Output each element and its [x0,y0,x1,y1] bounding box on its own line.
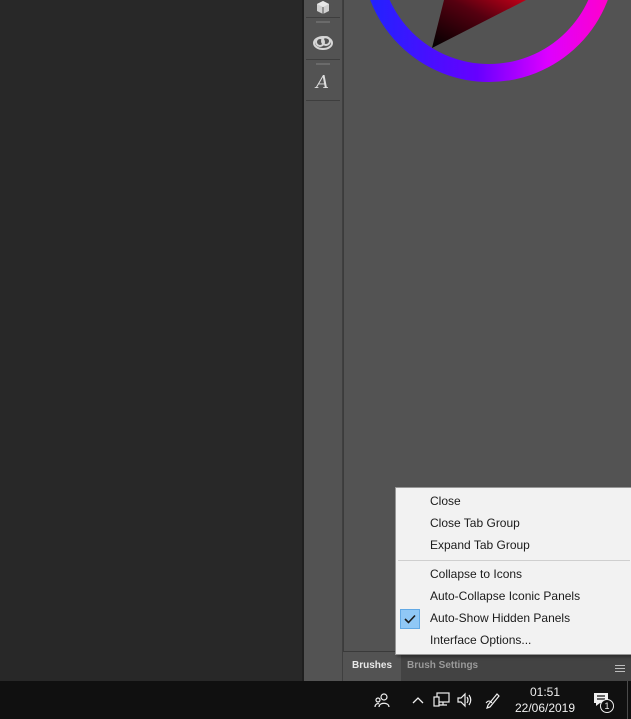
pen-workspace-icon[interactable] [482,681,504,719]
tab-brushes[interactable]: Brushes [343,652,402,681]
menu-item-label: Auto-Collapse Iconic Panels [430,589,581,603]
character-styles-icon[interactable]: A [307,66,339,98]
notification-badge: 1 [600,699,614,713]
menu-item-auto-collapse-iconic-panels[interactable]: Auto-Collapse Iconic Panels [396,586,631,607]
checkmark-icon [400,609,420,629]
panel-grip[interactable] [316,63,330,65]
panel-context-menu: Close Close Tab Group Expand Tab Group C… [395,487,631,655]
menu-item-label: Collapse to Icons [430,567,523,581]
people-icon[interactable] [370,681,394,719]
network-icon[interactable] [431,681,453,719]
menu-item-interface-options[interactable]: Interface Options... [396,630,631,651]
menu-item-auto-show-hidden-panels[interactable]: Auto-Show Hidden Panels [396,608,631,629]
strip-separator [306,17,340,18]
volume-icon[interactable] [454,681,476,719]
menu-item-label: Close Tab Group [430,516,520,530]
menu-item-close[interactable]: Close [396,491,631,512]
menu-item-label: Auto-Show Hidden Panels [430,611,571,625]
tab-brush-settings[interactable]: Brush Settings [398,652,487,681]
windows-taskbar: 01:51 22/06/2019 [0,681,631,719]
panel-tab-bar: Brushes Brush Settings [343,651,631,681]
iconic-panel-strip: A [304,0,343,681]
hsb-color-wheel[interactable] [344,0,631,100]
menu-item-expand-tab-group[interactable]: Expand Tab Group [396,535,631,556]
menu-separator [398,560,630,561]
system-clock[interactable]: 01:51 22/06/2019 [508,684,582,716]
strip-separator [306,59,340,60]
show-desktop-button[interactable] [627,681,628,719]
chevron-up-icon[interactable] [408,681,428,719]
menu-item-label: Interface Options... [430,633,532,647]
svg-text:A: A [314,72,329,92]
menu-item-label: Close [430,494,461,508]
creative-cloud-libraries-icon[interactable] [307,26,339,58]
strip-separator [306,100,340,101]
clock-time: 01:51 [529,685,561,699]
clock-date: 22/06/2019 [514,701,576,715]
document-canvas-area[interactable] [0,0,302,681]
menu-item-close-tab-group[interactable]: Close Tab Group [396,513,631,534]
panel-menu-icon[interactable] [615,661,625,672]
menu-item-label: Expand Tab Group [430,538,530,552]
panel-grip[interactable] [316,21,330,23]
menu-item-collapse-to-icons[interactable]: Collapse to Icons [396,564,631,585]
